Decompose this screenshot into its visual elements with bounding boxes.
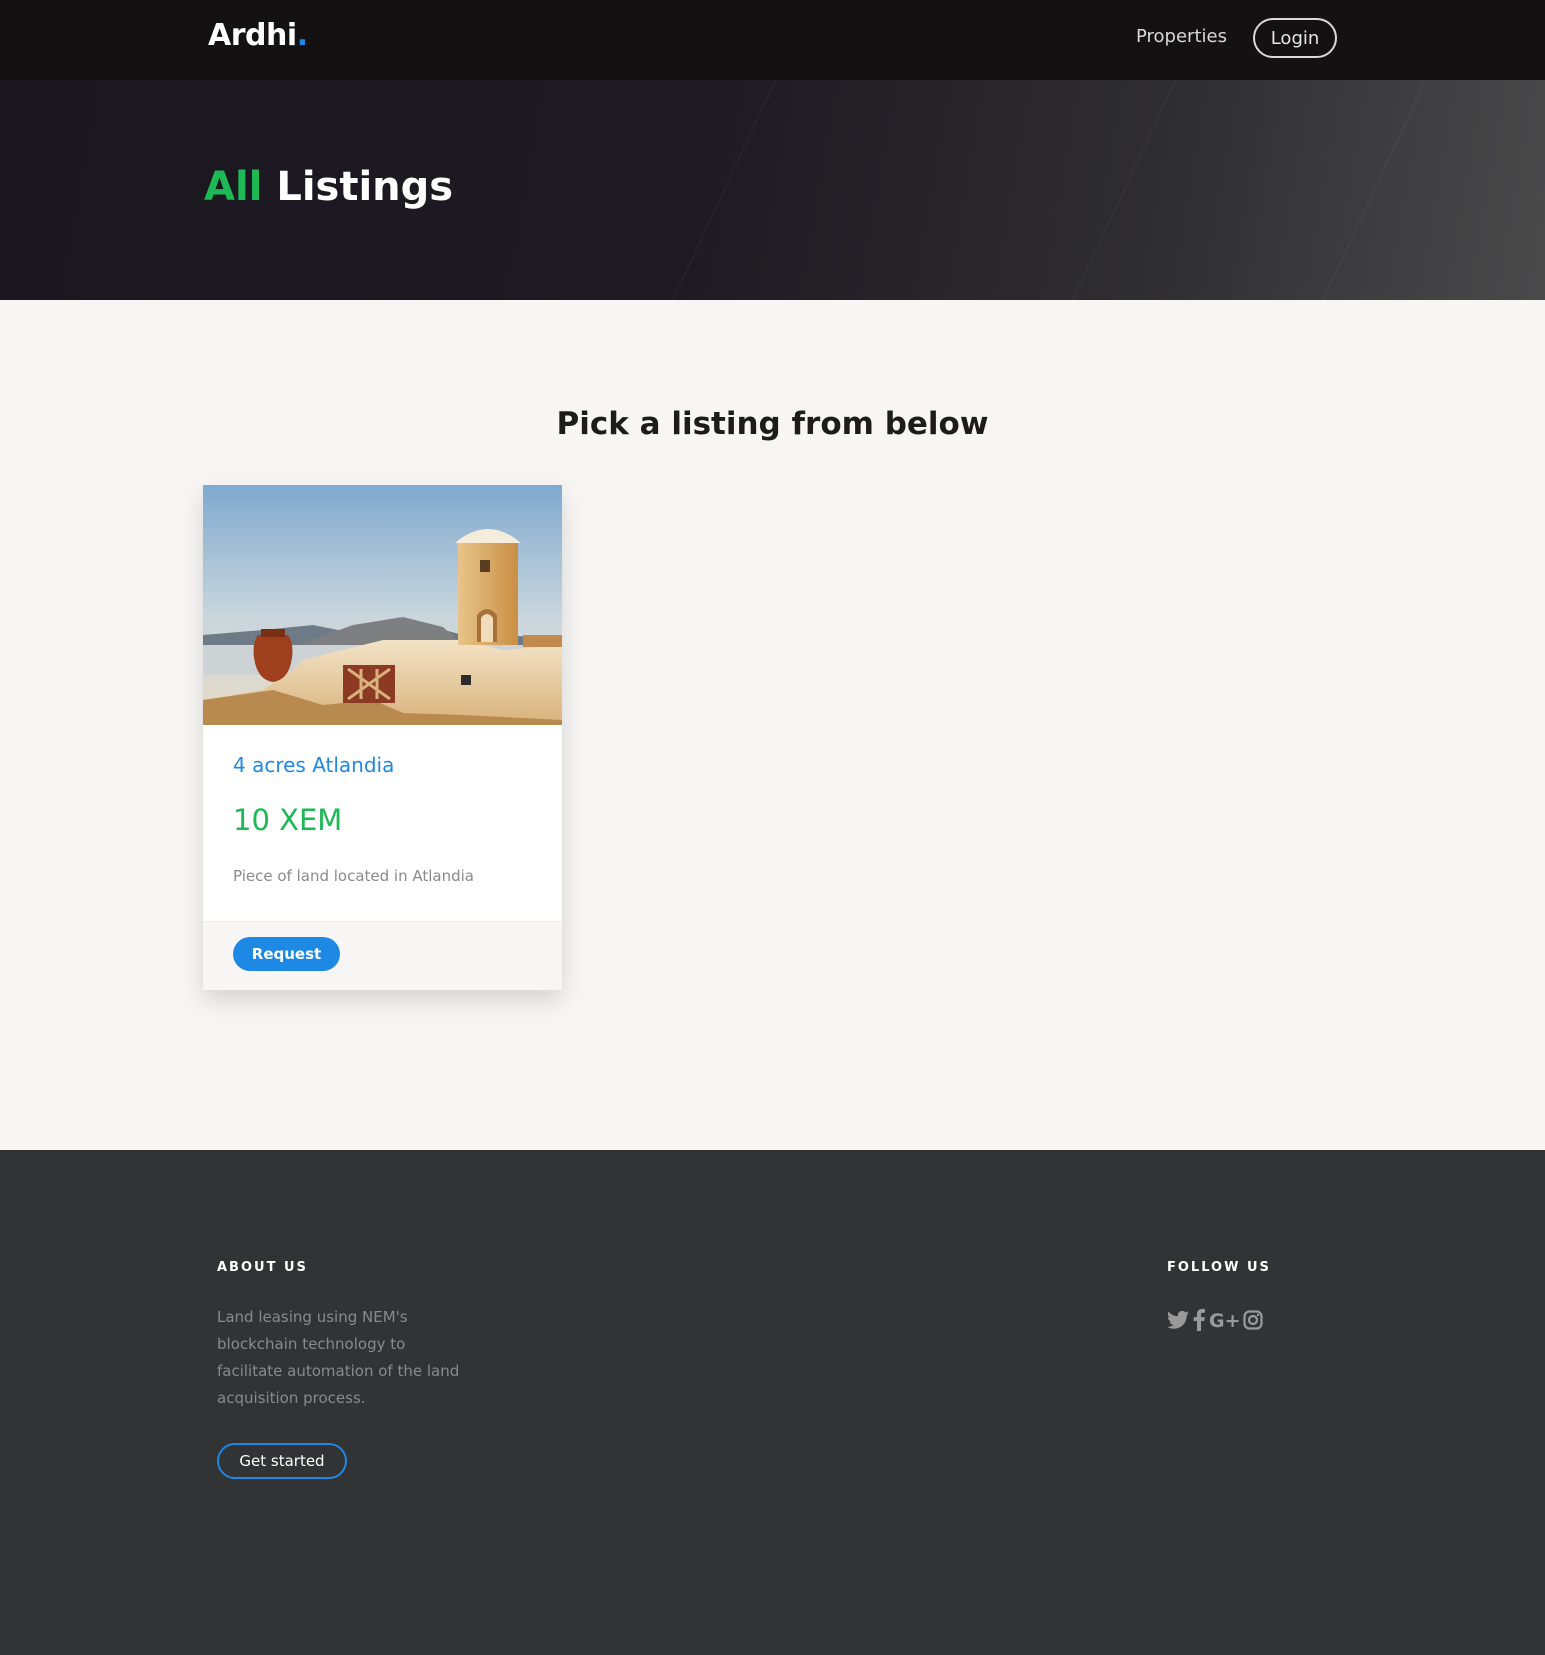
hero-decoration <box>1266 80 1437 300</box>
listing-price: 10 XEM <box>233 803 343 837</box>
page-title-rest: Listings <box>276 164 454 210</box>
listing-title[interactable]: 4 acres Atlandia <box>233 753 394 777</box>
site-footer: ABOUT US Land leasing using NEM's blockc… <box>0 1150 1545 1655</box>
page-title-accent: All <box>204 164 263 210</box>
google-plus-icon[interactable]: G+ <box>1209 1308 1239 1332</box>
nav-link-properties[interactable]: Properties <box>1136 26 1227 47</box>
brand-name: Ardhi <box>208 18 297 53</box>
facebook-icon[interactable] <box>1193 1308 1205 1332</box>
login-button[interactable]: Login <box>1253 18 1337 58</box>
twitter-icon[interactable] <box>1167 1308 1189 1332</box>
listing-card: 4 acres Atlandia 10 XEM Piece of land lo… <box>203 485 562 990</box>
top-navbar: Ardhi. Properties Login <box>0 0 1545 80</box>
hero-decoration <box>616 80 787 300</box>
hero-banner: All Listings <box>0 80 1545 300</box>
instagram-icon[interactable] <box>1243 1308 1263 1332</box>
hero-decoration <box>1016 80 1187 300</box>
social-links: G+ <box>1167 1308 1263 1332</box>
page-title: All Listings <box>204 164 453 210</box>
listing-image[interactable] <box>203 485 562 725</box>
about-us-heading: ABOUT US <box>217 1260 308 1275</box>
follow-us-heading: FOLLOW US <box>1167 1260 1271 1275</box>
brand-logo[interactable]: Ardhi. <box>208 18 308 53</box>
listing-description: Piece of land located in Atlandia <box>233 867 474 885</box>
svg-text:G+: G+ <box>1209 1310 1239 1330</box>
listing-card-footer: Request <box>203 921 562 990</box>
about-us-text: Land leasing using NEM's blockchain tech… <box>217 1308 460 1407</box>
get-started-button[interactable]: Get started <box>217 1443 347 1479</box>
listings-heading: Pick a listing from below <box>556 406 989 442</box>
brand-dot: . <box>296 18 308 53</box>
request-button[interactable]: Request <box>233 937 340 971</box>
